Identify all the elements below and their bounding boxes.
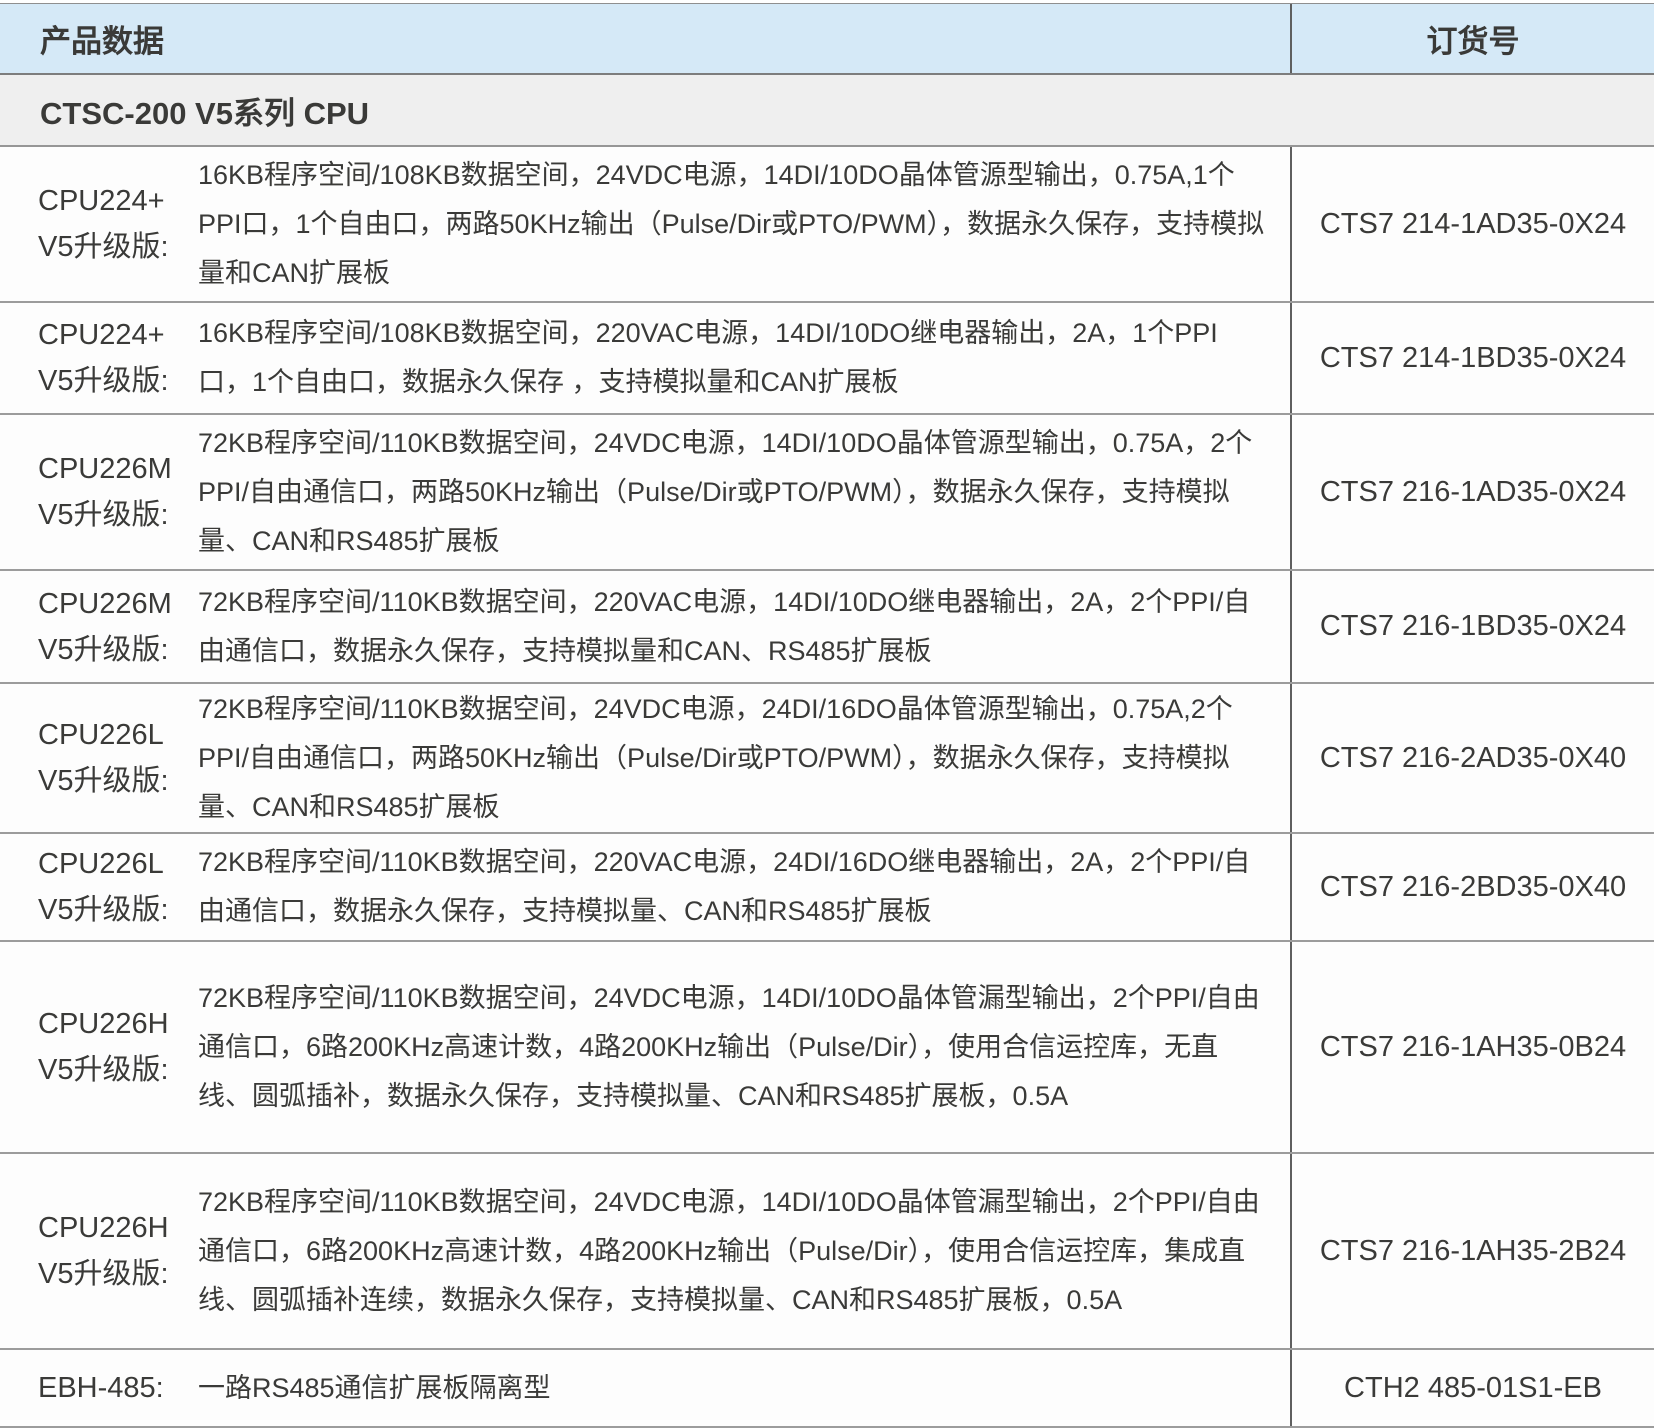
- description-text: 16KB程序空间/108KB数据空间，220VAC电源，14DI/10DO继电器…: [198, 309, 1270, 407]
- model-line: CPU226L: [38, 712, 198, 758]
- header-product-data: 产品数据: [0, 4, 1290, 73]
- order-number-text: CTS7 214-1AD35-0X24: [1320, 208, 1626, 241]
- order-number-text: CTS7 214-1BD35-0X24: [1320, 342, 1626, 375]
- model-cell: CPU226MV5升级版:: [0, 571, 198, 682]
- order-number-cell: CTS7 216-2BD35-0X40: [1290, 834, 1654, 940]
- order-number-cell: CTS7 216-1AH35-0B24: [1290, 942, 1654, 1152]
- description-text: 一路RS485通信扩展板隔离型: [198, 1364, 551, 1413]
- order-number-cell: CTS7 216-1AH35-2B24: [1290, 1154, 1654, 1348]
- description-text: 72KB程序空间/110KB数据空间，220VAC电源，14DI/10DO继电器…: [198, 578, 1270, 676]
- section-header-row: CTSC-200 V5系列 CPU: [0, 75, 1654, 147]
- description-cell: 72KB程序空间/110KB数据空间，24VDC电源，14DI/10DO晶体管漏…: [198, 942, 1290, 1152]
- model-line: V5升级版:: [38, 224, 198, 270]
- description-text: 16KB程序空间/108KB数据空间，24VDC电源，14DI/10DO晶体管源…: [198, 151, 1270, 298]
- description-text: 72KB程序空间/110KB数据空间，24VDC电源，14DI/10DO晶体管漏…: [198, 1178, 1270, 1325]
- header-order-number: 订货号: [1290, 4, 1654, 73]
- order-number-cell: CTS7 214-1BD35-0X24: [1290, 303, 1654, 413]
- model-line: CPU224+: [38, 178, 198, 224]
- table-row: CPU226MV5升级版: 72KB程序空间/110KB数据空间，220VAC电…: [0, 571, 1654, 684]
- model-line: EBH-485:: [38, 1365, 198, 1411]
- model-cell: CPU226HV5升级版:: [0, 1154, 198, 1348]
- model-line: V5升级版:: [38, 627, 198, 673]
- table-row: CPU226HV5升级版: 72KB程序空间/110KB数据空间，24VDC电源…: [0, 942, 1654, 1154]
- order-number-text: CTS7 216-2BD35-0X40: [1320, 871, 1626, 904]
- order-number-cell: CTH2 485-01S1-EB: [1290, 1350, 1654, 1426]
- model-cell: CPU224+V5升级版:: [0, 147, 198, 301]
- model-line: V5升级版:: [38, 492, 198, 538]
- description-text: 72KB程序空间/110KB数据空间，24VDC电源，14DI/10DO晶体管源…: [198, 419, 1270, 566]
- model-line: CPU226H: [38, 1205, 198, 1251]
- product-data-table: 产品数据 订货号 CTSC-200 V5系列 CPU CPU224+V5升级版:…: [0, 0, 1654, 1428]
- model-line: V5升级版:: [38, 887, 198, 933]
- table-row: CPU226HV5升级版: 72KB程序空间/110KB数据空间，24VDC电源…: [0, 1154, 1654, 1350]
- order-number-text: CTS7 216-2AD35-0X40: [1320, 742, 1626, 775]
- model-cell: CPU224+V5升级版:: [0, 303, 198, 413]
- description-cell: 一路RS485通信扩展板隔离型: [198, 1350, 1290, 1426]
- model-line: CPU226M: [38, 446, 198, 492]
- model-cell: EBH-485:: [0, 1350, 198, 1426]
- description-cell: 72KB程序空间/110KB数据空间，24VDC电源，24DI/16DO晶体管源…: [198, 684, 1290, 832]
- order-number-cell: CTS7 216-1AD35-0X24: [1290, 415, 1654, 569]
- model-line: CPU226H: [38, 1001, 198, 1047]
- table-row: CPU226LV5升级版: 72KB程序空间/110KB数据空间，220VAC电…: [0, 834, 1654, 942]
- model-line: CPU224+: [38, 312, 198, 358]
- table-row: CPU224+V5升级版: 16KB程序空间/108KB数据空间，24VDC电源…: [0, 147, 1654, 303]
- model-cell: CPU226HV5升级版:: [0, 942, 198, 1152]
- order-number-cell: CTS7 216-1BD35-0X24: [1290, 571, 1654, 682]
- description-text: 72KB程序空间/110KB数据空间，24VDC电源，14DI/10DO晶体管漏…: [198, 974, 1270, 1121]
- model-line: CPU226L: [38, 841, 198, 887]
- order-number-text: CTS7 216-1AD35-0X24: [1320, 476, 1626, 509]
- model-cell: CPU226LV5升级版:: [0, 684, 198, 832]
- order-number-text: CTS7 216-1AH35-2B24: [1320, 1235, 1626, 1268]
- model-line: V5升级版:: [38, 758, 198, 804]
- model-line: V5升级版:: [38, 1251, 198, 1297]
- table-row: CPU226LV5升级版: 72KB程序空间/110KB数据空间，24VDC电源…: [0, 684, 1654, 834]
- order-number-text: CTS7 216-1AH35-0B24: [1320, 1031, 1626, 1064]
- model-cell: CPU226LV5升级版:: [0, 834, 198, 940]
- table-body: CPU224+V5升级版: 16KB程序空间/108KB数据空间，24VDC电源…: [0, 147, 1654, 1428]
- model-line: CPU226M: [38, 581, 198, 627]
- model-cell: CPU226MV5升级版:: [0, 415, 198, 569]
- order-number-cell: CTS7 216-2AD35-0X40: [1290, 684, 1654, 832]
- order-number-text: CTH2 485-01S1-EB: [1344, 1372, 1602, 1405]
- table-row: EBH-485: 一路RS485通信扩展板隔离型 CTH2 485-01S1-E…: [0, 1350, 1654, 1428]
- description-cell: 72KB程序空间/110KB数据空间，220VAC电源，14DI/10DO继电器…: [198, 571, 1290, 682]
- order-number-cell: CTS7 214-1AD35-0X24: [1290, 147, 1654, 301]
- table-header-row: 产品数据 订货号: [0, 3, 1654, 75]
- description-text: 72KB程序空间/110KB数据空间，220VAC电源，24DI/16DO继电器…: [198, 838, 1270, 936]
- order-number-text: CTS7 216-1BD35-0X24: [1320, 610, 1626, 643]
- description-cell: 72KB程序空间/110KB数据空间，220VAC电源，24DI/16DO继电器…: [198, 834, 1290, 940]
- description-text: 72KB程序空间/110KB数据空间，24VDC电源，24DI/16DO晶体管源…: [198, 685, 1270, 832]
- table-row: CPU226MV5升级版: 72KB程序空间/110KB数据空间，24VDC电源…: [0, 415, 1654, 571]
- description-cell: 16KB程序空间/108KB数据空间，220VAC电源，14DI/10DO继电器…: [198, 303, 1290, 413]
- section-title: CTSC-200 V5系列 CPU: [40, 88, 369, 133]
- model-line: V5升级版:: [38, 1047, 198, 1093]
- model-line: V5升级版:: [38, 358, 198, 404]
- description-cell: 72KB程序空间/110KB数据空间，24VDC电源，14DI/10DO晶体管漏…: [198, 1154, 1290, 1348]
- description-cell: 16KB程序空间/108KB数据空间，24VDC电源，14DI/10DO晶体管源…: [198, 147, 1290, 301]
- table-row: CPU224+V5升级版: 16KB程序空间/108KB数据空间，220VAC电…: [0, 303, 1654, 415]
- description-cell: 72KB程序空间/110KB数据空间，24VDC电源，14DI/10DO晶体管源…: [198, 415, 1290, 569]
